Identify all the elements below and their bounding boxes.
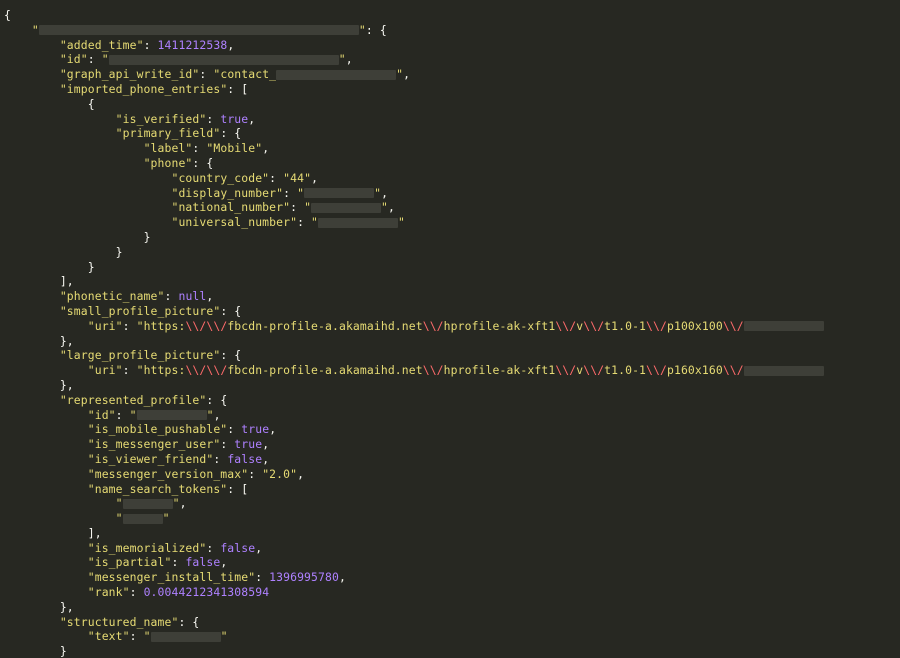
json-code-block: { "": { "added_time": 1411212538, "id": … <box>0 0 900 658</box>
